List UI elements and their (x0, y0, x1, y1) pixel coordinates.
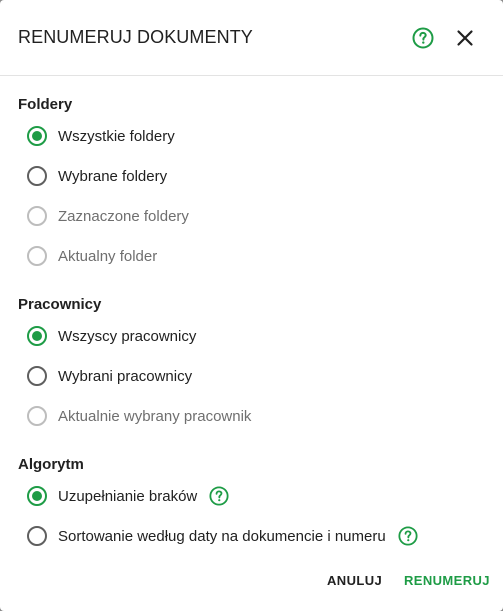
help-circle-icon[interactable] (209, 486, 229, 506)
help-circle-icon[interactable] (412, 27, 434, 49)
radio-checked-icon[interactable] (27, 486, 47, 506)
radio-label: Wybrane foldery (58, 167, 168, 185)
renumber-button[interactable]: RENUMERUJ (404, 573, 490, 588)
radio-fill-gaps[interactable]: Uzupełnianie braków (27, 484, 229, 508)
radio-label: Aktualnie wybrany pracownik (58, 407, 252, 425)
radio-selected-employees[interactable]: Wybrani pracownicy (27, 364, 192, 388)
radio-checked-icon[interactable] (27, 126, 47, 146)
radio-selected-folders[interactable]: Wybrane foldery (27, 164, 167, 188)
radio-label: Sortowanie według daty na dokumencie i n… (58, 527, 386, 545)
radio-checked-icon[interactable] (27, 326, 47, 346)
radio-all-employees[interactable]: Wszyscy pracownicy (27, 324, 196, 348)
radio-disabled-icon[interactable] (27, 406, 47, 426)
renumber-dialog: RENUMERUJ DOKUMENTY Foldery Wszystkie fo… (0, 0, 503, 611)
close-icon[interactable] (454, 27, 476, 49)
section-title-folders: Foldery (18, 96, 73, 113)
radio-sort-by-date[interactable]: Sortowanie według daty na dokumencie i n… (27, 524, 418, 548)
radio-label: Wybrani pracownicy (58, 367, 193, 385)
dialog-title: RENUMERUJ DOKUMENTY (18, 27, 253, 47)
radio-all-folders[interactable]: Wszystkie foldery (27, 124, 175, 148)
dialog-header: RENUMERUJ DOKUMENTY (0, 0, 503, 76)
radio-unchecked-icon[interactable] (27, 526, 47, 546)
radio-disabled-icon[interactable] (27, 246, 47, 266)
radio-label: Zaznaczone foldery (58, 207, 189, 225)
radio-marked-folders[interactable]: Zaznaczone foldery (27, 204, 189, 228)
radio-disabled-icon[interactable] (27, 206, 47, 226)
radio-label: Wszyscy pracownicy (58, 327, 197, 345)
section-title-algorithm: Algorytm (18, 456, 84, 473)
radio-current-folder[interactable]: Aktualny folder (27, 244, 157, 268)
help-circle-icon[interactable] (398, 526, 418, 546)
radio-current-employee[interactable]: Aktualnie wybrany pracownik (27, 404, 251, 428)
cancel-button[interactable]: ANULUJ (327, 573, 382, 588)
radio-unchecked-icon[interactable] (27, 166, 47, 186)
radio-unchecked-icon[interactable] (27, 366, 47, 386)
radio-label: Aktualny folder (58, 247, 158, 265)
section-title-employees: Pracownicy (18, 296, 102, 313)
radio-label: Wszystkie foldery (58, 127, 175, 145)
radio-label: Uzupełnianie braków (58, 487, 198, 505)
